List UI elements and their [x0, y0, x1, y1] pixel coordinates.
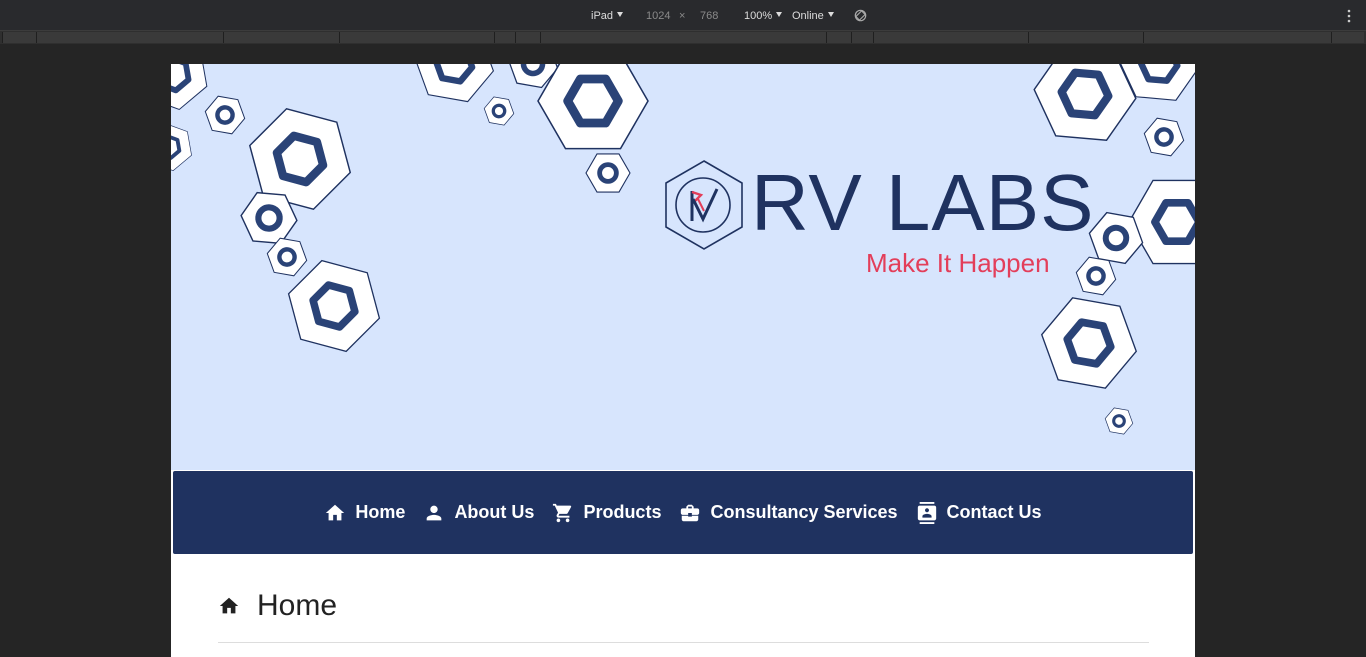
rv-hexagon-logo: [665, 160, 743, 250]
ruler-segment[interactable]: [494, 32, 515, 43]
home-icon: [326, 504, 345, 520]
nav-item-label: Products: [583, 502, 662, 522]
height-input[interactable]: 768: [700, 9, 718, 23]
ruler-segment[interactable]: [873, 32, 1028, 43]
device-name: iPad: [591, 10, 614, 22]
caret-down-icon: [776, 12, 783, 17]
nav-item-label: Consultancy Services: [710, 502, 898, 522]
network-value: Online: [792, 10, 824, 22]
brand-tagline: Make It Happen: [866, 248, 1050, 278]
page-title: Home: [257, 589, 338, 622]
ruler-segment[interactable]: [223, 32, 339, 43]
nav-item-contact-us[interactable]: Contact Us: [916, 501, 1042, 524]
ruler-segment[interactable]: [1143, 32, 1331, 43]
contact-card-icon: [917, 501, 936, 524]
ruler-segment[interactable]: [36, 32, 223, 43]
ruler-segment[interactable]: [826, 32, 851, 43]
nav-item-consultancy-services[interactable]: Consultancy Services: [679, 502, 898, 524]
cart-icon: [553, 503, 572, 522]
network-throttle-select[interactable]: Online: [792, 9, 834, 23]
media-query-ruler: [0, 31, 1366, 44]
page-heading: Home: [218, 586, 337, 626]
kebab-menu-icon[interactable]: [1344, 9, 1354, 23]
rotate-icon[interactable]: [854, 9, 867, 22]
ruler-segment[interactable]: [2, 32, 36, 43]
zoom-select[interactable]: 100%: [744, 9, 783, 23]
times-sign: ×: [679, 10, 686, 22]
ruler-segment[interactable]: [339, 32, 494, 43]
zoom-value: 100%: [744, 10, 773, 22]
person-icon: [427, 505, 442, 520]
brand-name: RV LABS: [751, 158, 1095, 247]
nav-item-about-us[interactable]: About Us: [423, 502, 534, 524]
ruler-segment[interactable]: [540, 32, 826, 43]
ruler-segment[interactable]: [1028, 32, 1143, 43]
main-navbar: Home About Us Products Consultancy Servi…: [173, 471, 1193, 554]
home-icon: [219, 597, 239, 614]
hero-banner: RV LABS Make It Happen: [171, 64, 1195, 470]
nav-item-home[interactable]: Home: [324, 502, 405, 524]
devtools-device-toolbar: iPad 1024 × 768 100% Online: [0, 0, 1366, 31]
caret-down-icon: [827, 12, 834, 17]
ruler-segment[interactable]: [851, 32, 873, 43]
caret-down-icon: [617, 12, 624, 17]
briefcase-icon: [681, 504, 700, 521]
device-viewport: RV LABS Make It Happen Home About Us Pro…: [171, 64, 1195, 657]
ruler-segment[interactable]: [1331, 32, 1364, 43]
nav-item-label: About Us: [454, 502, 535, 522]
ruler-segment[interactable]: [515, 32, 540, 43]
nav-item-label: Contact Us: [946, 502, 1042, 522]
nav-item-products[interactable]: Products: [552, 502, 661, 524]
heading-divider: [218, 642, 1149, 643]
nav-item-label: Home: [355, 502, 406, 522]
device-select[interactable]: iPad: [591, 9, 624, 23]
width-input[interactable]: 1024: [646, 9, 670, 23]
